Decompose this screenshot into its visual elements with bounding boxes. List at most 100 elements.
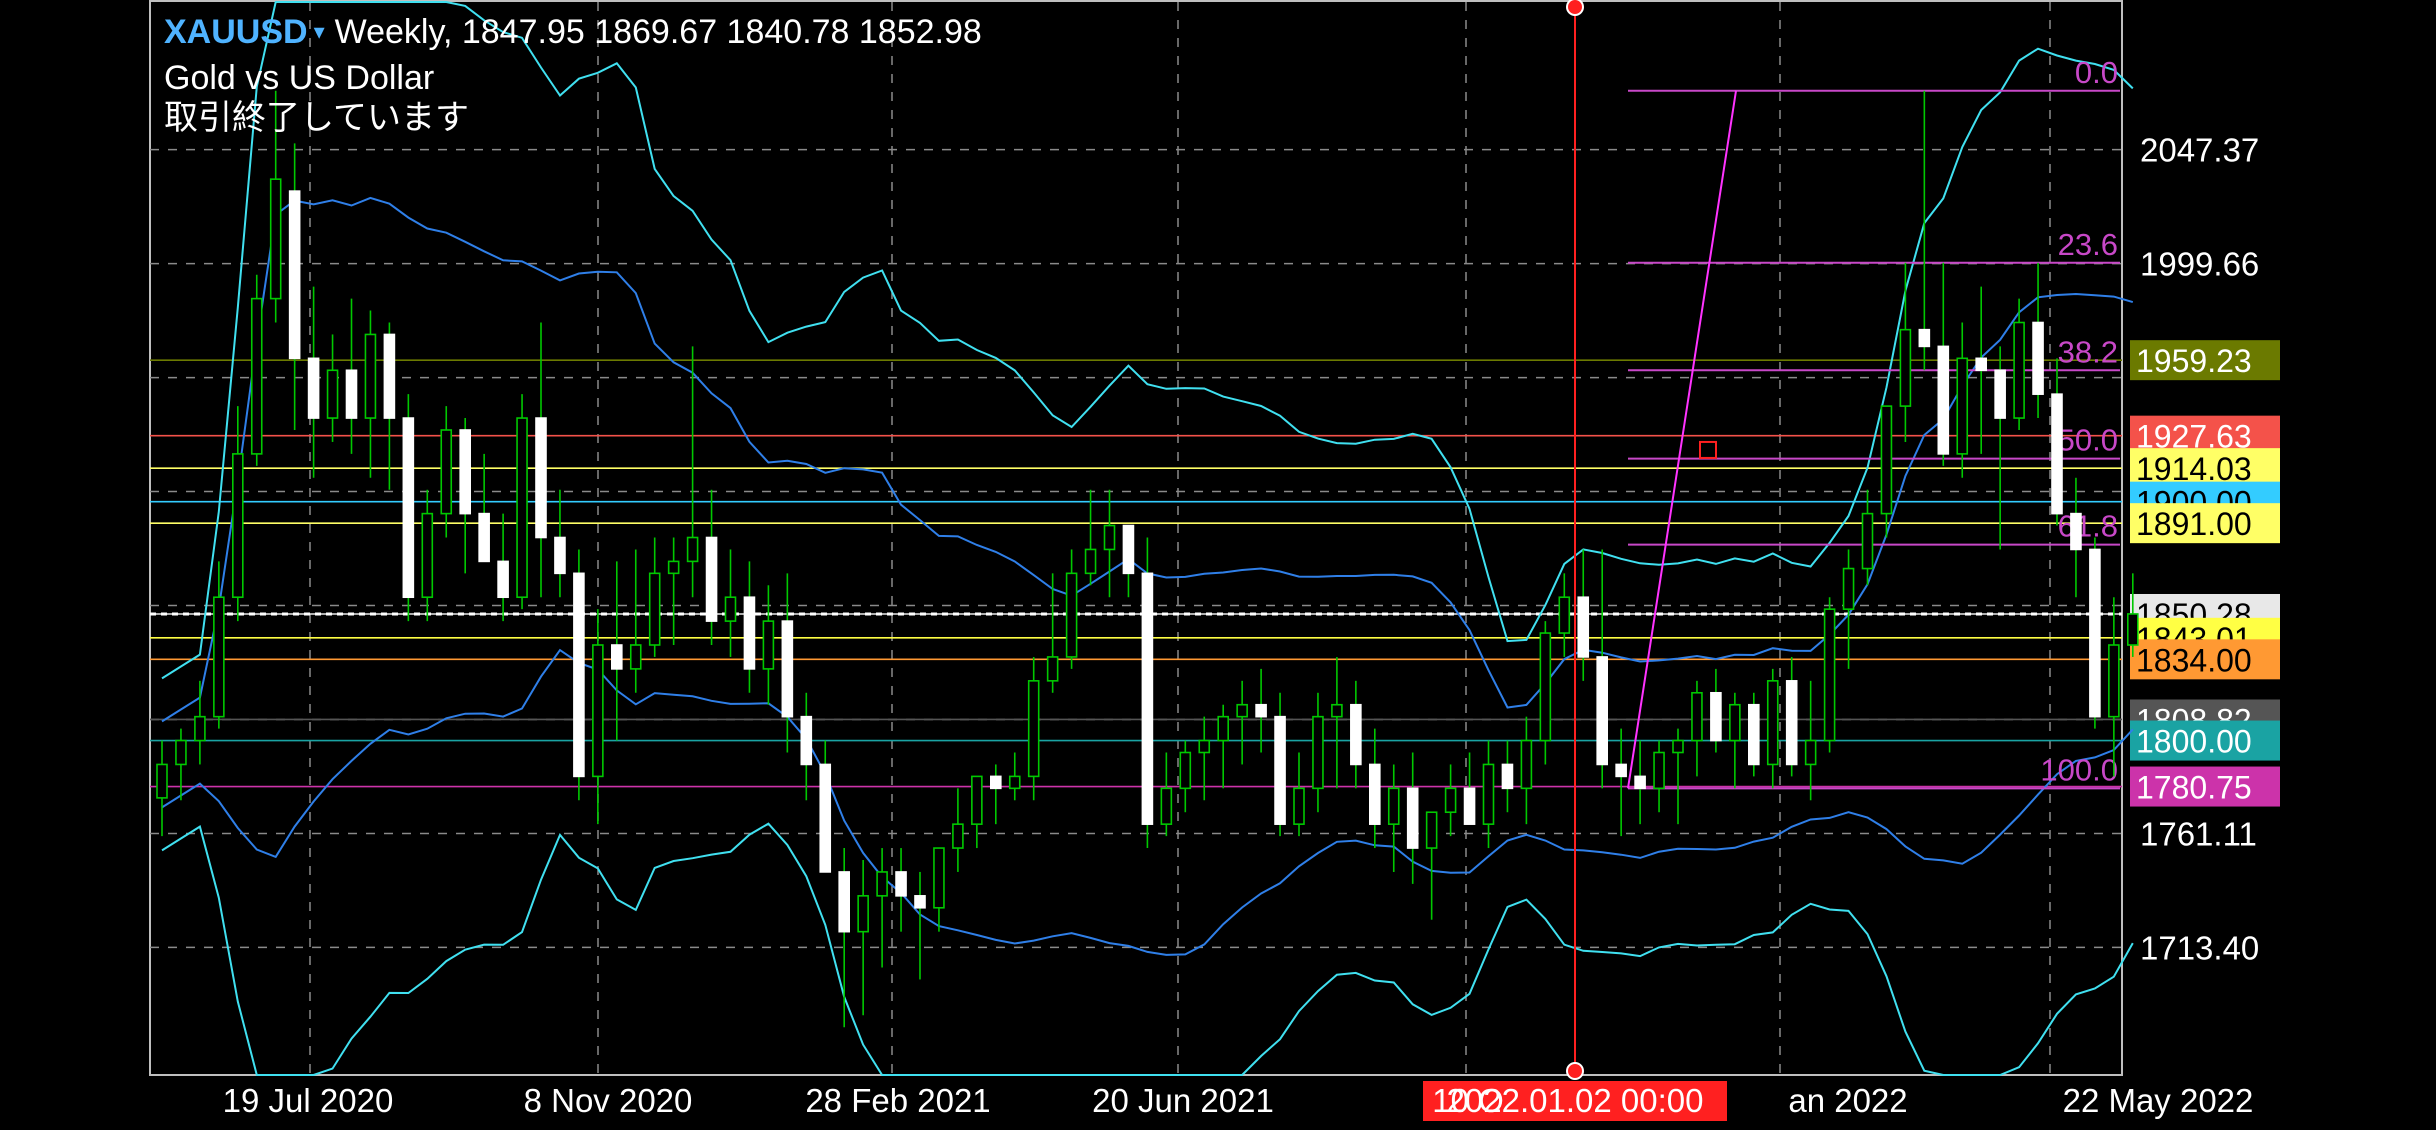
candle-up[interactable]: [250, 297, 263, 455]
candle-up[interactable]: [1236, 703, 1248, 718]
symbol-label[interactable]: XAUUSD: [164, 13, 308, 51]
candle-up[interactable]: [1008, 775, 1021, 790]
candle-up[interactable]: [2127, 613, 2139, 646]
crosshair-handle-bottom[interactable]: [1566, 1062, 1584, 1080]
candle-down[interactable]: [1918, 328, 1931, 348]
candle-up[interactable]: [762, 620, 775, 670]
candle-down[interactable]: [1463, 787, 1476, 825]
candle-up[interactable]: [1804, 739, 1817, 766]
candle-up[interactable]: [592, 644, 604, 778]
candle-up[interactable]: [1823, 608, 1836, 742]
fibo-anchor-marker[interactable]: [1699, 440, 1717, 459]
candle-up[interactable]: [1842, 567, 1855, 610]
candle-up[interactable]: [1861, 512, 1874, 570]
candle-down[interactable]: [478, 512, 490, 563]
candle-down[interactable]: [610, 644, 623, 670]
candle-down[interactable]: [705, 536, 718, 622]
candle-down[interactable]: [573, 572, 585, 778]
candle-down[interactable]: [1255, 703, 1267, 718]
candle-up[interactable]: [1046, 656, 1059, 682]
candle-down[interactable]: [554, 536, 566, 575]
candle-up[interactable]: [1027, 680, 1040, 778]
candle-up[interactable]: [686, 536, 699, 563]
candle-up[interactable]: [724, 596, 737, 622]
candle-down[interactable]: [2089, 548, 2101, 718]
candle-up[interactable]: [1103, 524, 1116, 551]
candle-down[interactable]: [383, 333, 396, 419]
candle-up[interactable]: [1520, 739, 1533, 790]
candle-down[interactable]: [2032, 321, 2044, 395]
candle-up[interactable]: [232, 453, 244, 599]
candle-up[interactable]: [876, 871, 888, 897]
candle-up[interactable]: [2108, 644, 2120, 718]
candle-down[interactable]: [1785, 680, 1798, 766]
candle-down[interactable]: [1274, 715, 1286, 825]
candle-up[interactable]: [440, 429, 453, 515]
candle-up[interactable]: [1482, 763, 1495, 825]
candle-up[interactable]: [2013, 321, 2025, 419]
chart-area[interactable]: 1959.23 1927.63 1914.03 1900.00 1891.00 1850.…: [0, 0, 2436, 1125]
candle-down[interactable]: [2051, 393, 2063, 515]
candle-down[interactable]: [345, 369, 358, 419]
candle-up[interactable]: [667, 560, 680, 575]
candle-up[interactable]: [156, 763, 168, 799]
candle-up[interactable]: [1065, 572, 1078, 658]
candle-down[interactable]: [2070, 512, 2082, 551]
candle-down[interactable]: [1122, 524, 1135, 575]
candle-up[interactable]: [269, 178, 282, 300]
candle-down[interactable]: [914, 895, 926, 909]
candle-up[interactable]: [1672, 739, 1684, 754]
candle-down[interactable]: [1406, 787, 1419, 849]
candle-up[interactable]: [1899, 328, 1912, 407]
candle-up[interactable]: [421, 512, 434, 599]
candle-up[interactable]: [1691, 691, 1703, 742]
candle-up[interactable]: [1558, 596, 1571, 634]
candle-down[interactable]: [1596, 656, 1608, 766]
candle-up[interactable]: [648, 572, 661, 646]
candle-up[interactable]: [1160, 787, 1173, 825]
candle-down[interactable]: [288, 190, 301, 360]
candle-down[interactable]: [895, 871, 907, 897]
candle-up[interactable]: [857, 895, 869, 933]
candle-up[interactable]: [629, 644, 642, 670]
candle-down[interactable]: [402, 417, 415, 599]
candle-down[interactable]: [1975, 357, 1987, 372]
candle-up[interactable]: [364, 333, 377, 419]
candle-up[interactable]: [1198, 739, 1211, 754]
candle-down[interactable]: [819, 763, 832, 873]
candle-up[interactable]: [1312, 715, 1324, 790]
candle-down[interactable]: [307, 357, 320, 419]
candle-up[interactable]: [175, 739, 187, 766]
candle-up[interactable]: [1956, 357, 1969, 455]
candle-up[interactable]: [1729, 703, 1741, 742]
candle-down[interactable]: [1937, 345, 1950, 455]
fibo-trend-line[interactable]: [1627, 90, 1737, 789]
candle-up[interactable]: [1766, 680, 1779, 766]
candle-down[interactable]: [838, 871, 851, 933]
candle-down[interactable]: [1141, 572, 1154, 825]
candle-down[interactable]: [1634, 775, 1646, 790]
candle-up[interactable]: [1179, 751, 1192, 790]
candle-up[interactable]: [326, 369, 339, 419]
candlestick-chart[interactable]: 1959.231927.631914.031900.001891.001850.…: [0, 0, 2436, 1125]
candle-up[interactable]: [1217, 715, 1229, 742]
candle-up[interactable]: [1539, 632, 1552, 742]
candle-down[interactable]: [800, 715, 813, 766]
symbol-dropdown-icon[interactable]: ▾: [314, 19, 325, 44]
candle-down[interactable]: [1369, 763, 1381, 825]
candle-down[interactable]: [459, 429, 472, 515]
candle-up[interactable]: [1425, 811, 1438, 849]
crosshair-handle-top[interactable]: [1566, 0, 1584, 16]
candle-up[interactable]: [213, 596, 225, 718]
candle-up[interactable]: [933, 847, 945, 909]
candle-up[interactable]: [194, 715, 206, 742]
candle-up[interactable]: [1653, 751, 1665, 790]
candle-up[interactable]: [516, 417, 528, 599]
candle-down[interactable]: [989, 775, 1002, 790]
candle-up[interactable]: [1331, 703, 1343, 718]
candle-up[interactable]: [1084, 548, 1097, 575]
candle-up[interactable]: [1880, 405, 1893, 515]
candle-up[interactable]: [952, 823, 964, 849]
candle-down[interactable]: [743, 596, 756, 670]
candle-down[interactable]: [1994, 369, 2006, 419]
